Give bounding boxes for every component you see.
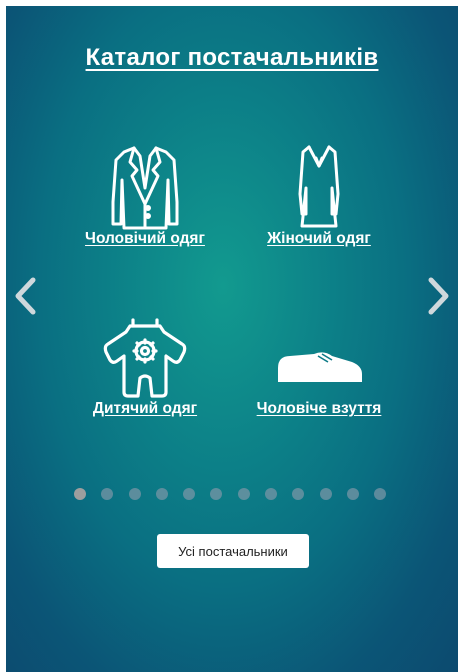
- carousel-dot-11[interactable]: [346, 488, 359, 500]
- carousel-dot-7[interactable]: [237, 488, 250, 500]
- supplier-catalog-panel: Каталог постачальників Чоловічий одяг Жі…: [6, 6, 458, 672]
- baby-onesie-icon: [103, 318, 187, 398]
- category-childrens-clothing[interactable]: Дитячий одяг: [60, 316, 230, 417]
- shoe-icon: [278, 352, 362, 382]
- carousel-dot-6[interactable]: [210, 488, 223, 500]
- carousel-dot-4[interactable]: [155, 488, 168, 500]
- category-label: Чоловічий одяг: [85, 230, 205, 247]
- dress-icon: [298, 145, 340, 228]
- category-mens-clothing[interactable]: Чоловічий одяг: [60, 144, 230, 247]
- jacket-icon: [111, 146, 179, 230]
- carousel-dot-3[interactable]: [128, 488, 141, 500]
- carousel-dot-8[interactable]: [265, 488, 278, 500]
- carousel-dot-1[interactable]: [74, 488, 86, 500]
- carousel-dot-9[interactable]: [292, 488, 305, 500]
- carousel-pagination: [74, 488, 387, 502]
- carousel-prev-button[interactable]: [10, 276, 40, 316]
- chevron-left-icon: [15, 277, 36, 315]
- category-mens-shoes[interactable]: Чоловіче взуття: [234, 316, 404, 417]
- chevron-right-icon: [428, 277, 449, 315]
- category-label: Жіночий одяг: [267, 230, 371, 247]
- catalog-title[interactable]: Каталог постачальників: [6, 44, 458, 72]
- carousel-dot-10[interactable]: [319, 488, 332, 500]
- carousel-dot-2[interactable]: [101, 488, 114, 500]
- carousel-dot-12[interactable]: [374, 488, 387, 500]
- category-label: Чоловіче взуття: [256, 400, 382, 417]
- carousel-dot-5[interactable]: [183, 488, 196, 500]
- category-womens-clothing[interactable]: Жіночий одяг: [234, 144, 404, 247]
- all-suppliers-button[interactable]: Усі постачальники: [157, 534, 309, 568]
- carousel-next-button[interactable]: [424, 276, 454, 316]
- category-label: Дитячий одяг: [92, 400, 198, 417]
